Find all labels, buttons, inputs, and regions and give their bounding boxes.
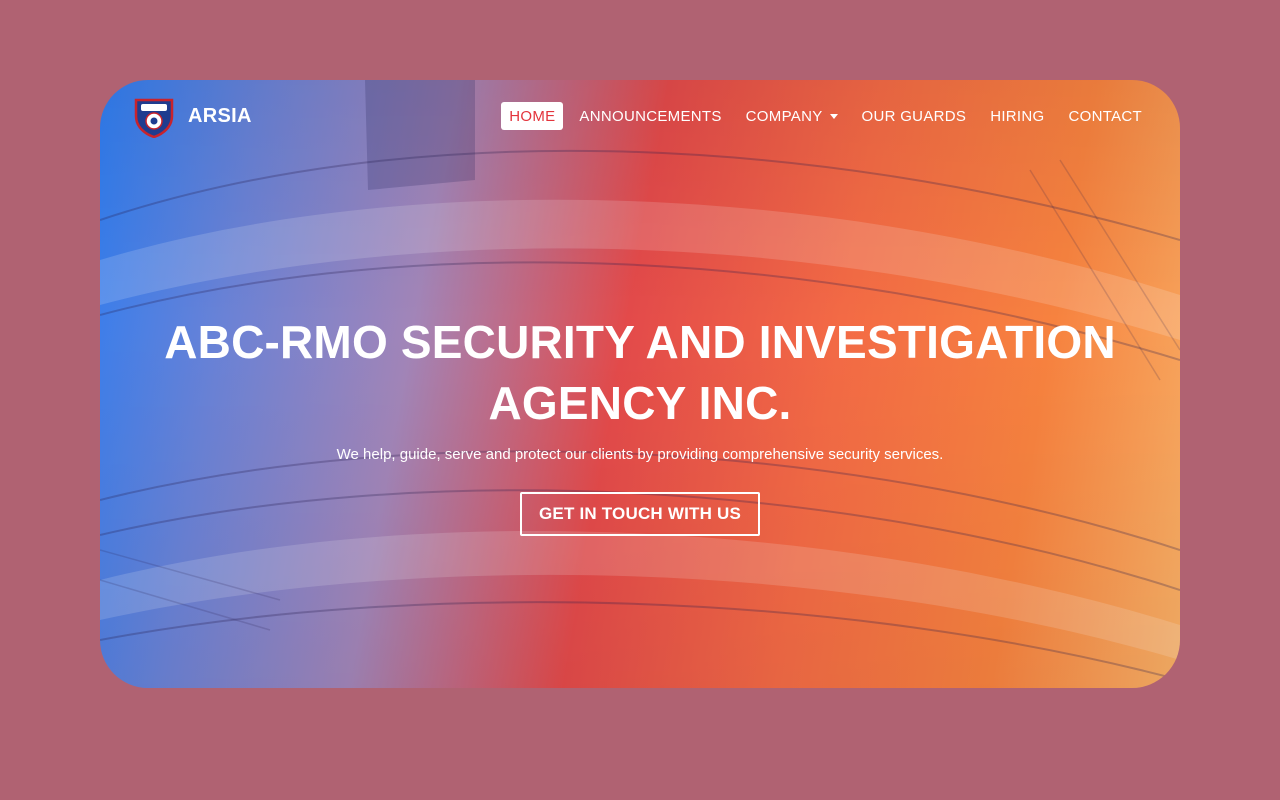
nav-item-hiring: HIRING xyxy=(978,102,1056,130)
get-in-touch-button[interactable]: GET IN TOUCH WITH US xyxy=(519,492,760,536)
nav-link-contact[interactable]: CONTACT xyxy=(1061,102,1150,130)
brand-link[interactable]: ARSIA xyxy=(132,94,252,138)
hero-title-line2: AGENCY INC. xyxy=(488,377,792,429)
nav-link-company[interactable]: COMPANY xyxy=(738,102,846,130)
brand-name: ARSIA xyxy=(188,104,252,127)
hero-content: ABC-RMO SECURITY AND INVESTIGATION AGENC… xyxy=(100,312,1180,536)
nav-item-announcements: ANNOUNCEMENTS xyxy=(567,102,733,130)
caret-down-icon xyxy=(829,113,838,119)
navbar: ARSIA HOME ANNOUNCEMENTS COMPANY OUR GUA… xyxy=(100,80,1180,154)
hero-title-line1: ABC-RMO SECURITY AND INVESTIGATION xyxy=(164,316,1116,368)
shield-badge-icon xyxy=(134,98,174,138)
main-menu: HOME ANNOUNCEMENTS COMPANY OUR GUARDS HI… xyxy=(497,102,1154,130)
nav-link-company-label: COMPANY xyxy=(745,107,823,125)
nav-item-home: HOME xyxy=(497,102,567,130)
nav-link-announcements[interactable]: ANNOUNCEMENTS xyxy=(571,102,729,130)
nav-link-home[interactable]: HOME xyxy=(501,102,564,130)
nav-link-our-guards[interactable]: OUR GUARDS xyxy=(854,102,975,130)
nav-item-company: COMPANY xyxy=(734,102,850,130)
hero-banner: ARSIA HOME ANNOUNCEMENTS COMPANY OUR GUA… xyxy=(100,80,1180,688)
nav-link-hiring[interactable]: HIRING xyxy=(982,102,1052,130)
nav-item-our-guards: OUR GUARDS xyxy=(850,102,979,130)
hero-title: ABC-RMO SECURITY AND INVESTIGATION AGENC… xyxy=(100,312,1180,434)
nav-item-contact: CONTACT xyxy=(1057,102,1154,130)
hero-subtitle: We help, guide, serve and protect our cl… xyxy=(336,446,944,463)
